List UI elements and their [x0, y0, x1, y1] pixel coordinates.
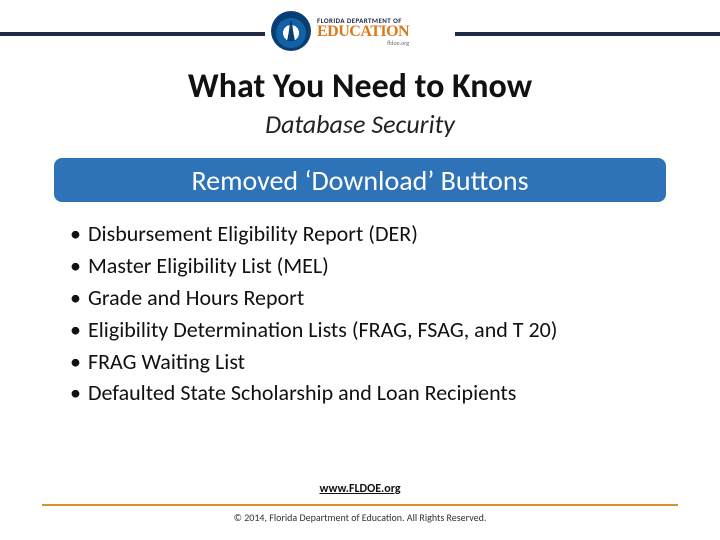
list-item: • Eligibility Determination Lists (FRAG,… [70, 314, 660, 346]
list-item-text: Grade and Hours Report [88, 282, 660, 314]
page-subtitle: Database Security [0, 108, 720, 140]
bullet-icon: • [70, 282, 88, 314]
footer-link[interactable]: www.FLDOE.org [0, 482, 720, 496]
bullet-icon: • [70, 218, 88, 250]
section-banner-text: Removed ‘Download’ Buttons [191, 163, 528, 198]
page-title: What You Need to Know [0, 66, 720, 107]
footer-copyright: © 2014, Florida Department of Education.… [0, 511, 720, 524]
list-item: • FRAG Waiting List [70, 346, 660, 378]
list-item: • Master Eligibility List (MEL) [70, 250, 660, 282]
list-item: • Disbursement Eligibility Report (DER) [70, 218, 660, 250]
bullet-icon: • [70, 377, 88, 409]
logo-text: FLORIDA DEPARTMENT OF EDUCATION fldoe.or… [317, 17, 409, 46]
org-logo: FLORIDA DEPARTMENT OF EDUCATION fldoe.or… [265, 8, 455, 54]
list-item: • Defaulted State Scholarship and Loan R… [70, 377, 660, 409]
list-item-text: Disbursement Eligibility Report (DER) [88, 218, 660, 250]
list-item: • Grade and Hours Report [70, 282, 660, 314]
logo-small-url: fldoe.org [317, 40, 409, 46]
bullet-list: • Disbursement Eligibility Report (DER) … [70, 218, 660, 409]
list-item-text: Master Eligibility List (MEL) [88, 250, 660, 282]
bullet-icon: • [70, 250, 88, 282]
list-item-text: Eligibility Determination Lists (FRAG, F… [88, 314, 660, 346]
slide: FLORIDA DEPARTMENT OF EDUCATION fldoe.or… [0, 0, 720, 540]
list-item-text: FRAG Waiting List [88, 346, 660, 378]
logo-line2: EDUCATION [317, 24, 409, 40]
bullet-icon: • [70, 314, 88, 346]
bottom-divider [42, 504, 678, 506]
logo-seal-icon [271, 11, 311, 51]
list-item-text: Defaulted State Scholarship and Loan Rec… [88, 377, 660, 409]
section-banner: Removed ‘Download’ Buttons [54, 158, 666, 202]
bullet-icon: • [70, 346, 88, 378]
